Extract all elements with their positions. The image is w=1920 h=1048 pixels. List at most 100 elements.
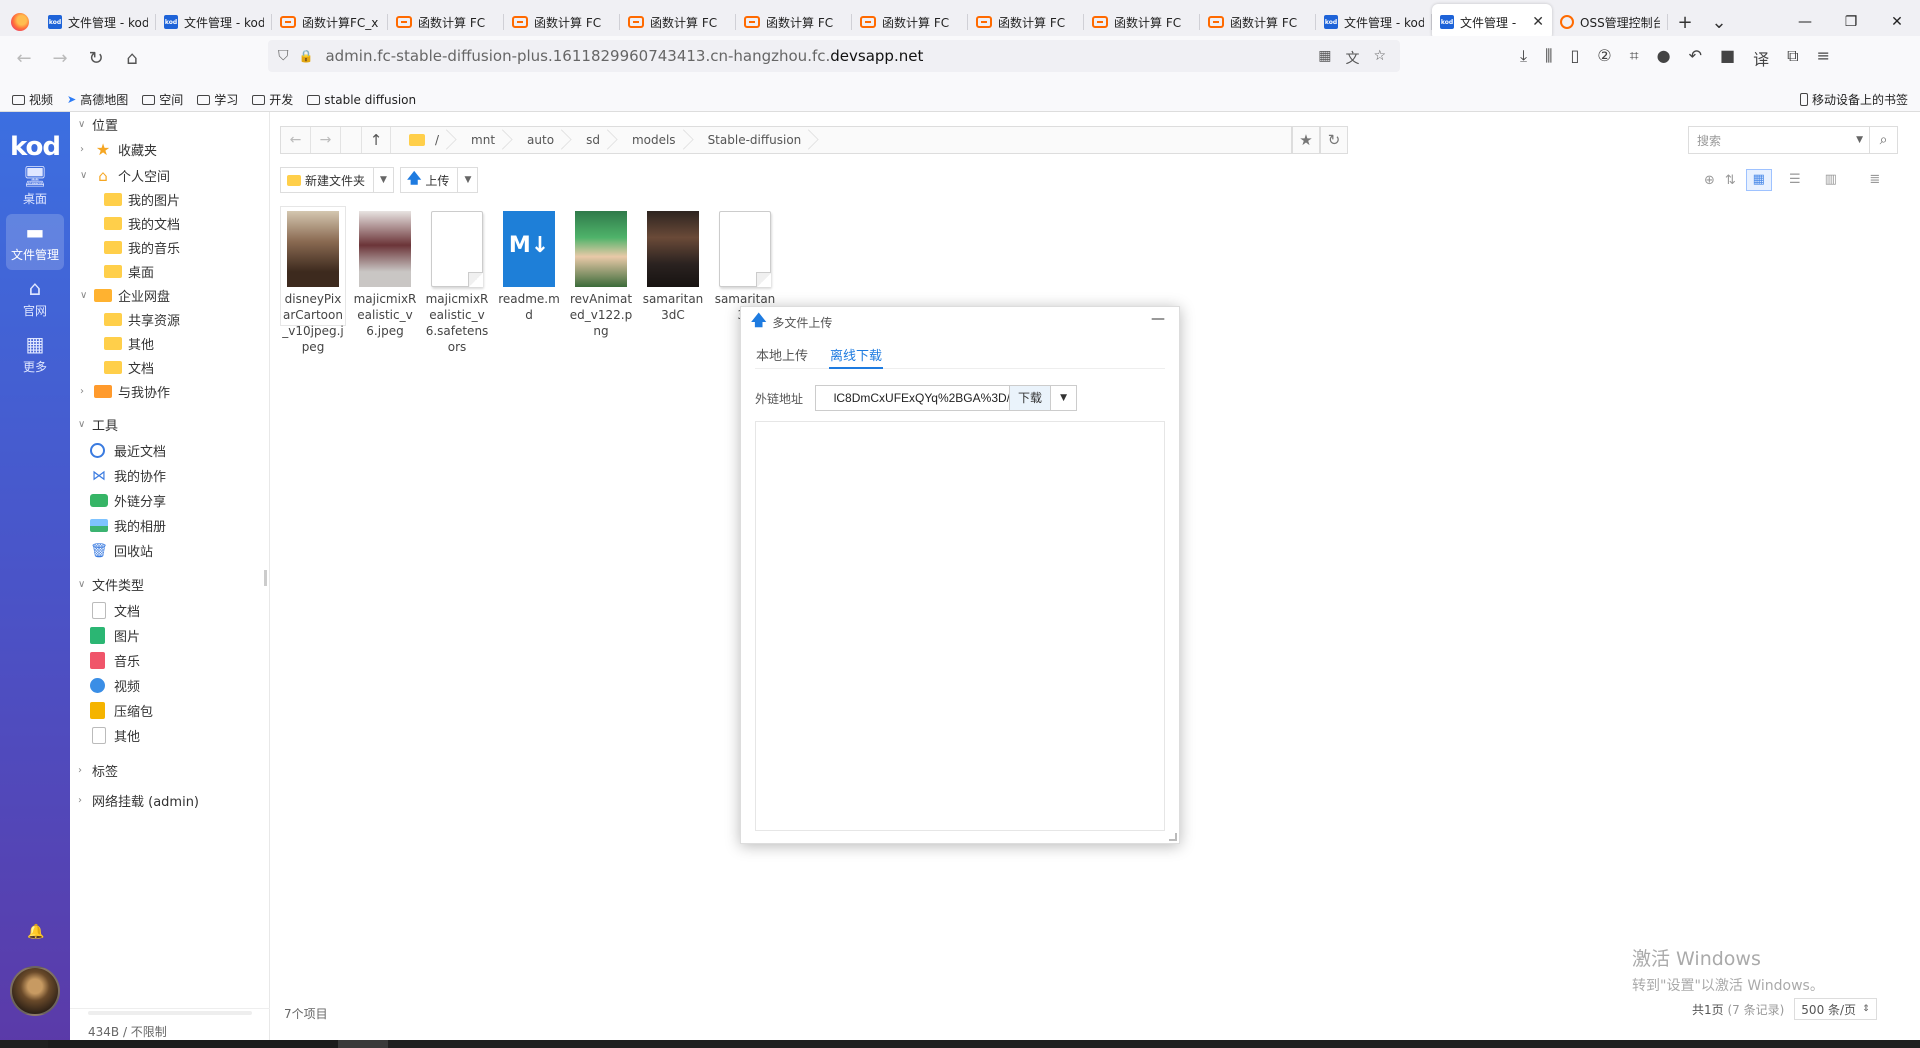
colors-icon[interactable]: ●: [1657, 46, 1671, 70]
bookmark-item[interactable]: ➤ 高德地图: [67, 91, 128, 108]
lock-icon[interactable]: 🔒: [299, 49, 314, 63]
bookmark-item[interactable]: 开发: [252, 91, 293, 108]
sidebar-item[interactable]: 其他: [90, 723, 140, 747]
tab-local-upload[interactable]: 本地上传: [755, 345, 809, 369]
bookmark-item[interactable]: 学习: [197, 91, 238, 108]
list-view-icon[interactable]: ☰: [1782, 169, 1808, 191]
breadcrumb-item[interactable]: models: [614, 127, 690, 153]
sidebar-item[interactable]: 我的文档: [104, 211, 180, 235]
menu-icon[interactable]: ≡: [1817, 46, 1830, 70]
sidebar-item[interactable]: 外链分享: [90, 488, 166, 512]
breadcrumb-item[interactable]: mnt: [453, 127, 509, 153]
file-item[interactable]: samaritan3dC: [640, 206, 706, 326]
extension-badge-icon[interactable]: ②: [1597, 46, 1611, 70]
sidebar-item[interactable]: 音乐: [90, 648, 140, 672]
sidebar-item-favorites[interactable]: › ★ 收藏夹: [80, 137, 157, 161]
upload-dropdown-icon[interactable]: ▼: [457, 168, 477, 192]
browser-tab[interactable]: 函数计算 FC: [388, 4, 504, 40]
path-up-arrow-icon[interactable]: ↑: [361, 127, 391, 153]
translate-ext-icon[interactable]: 译: [1753, 46, 1769, 70]
browser-tab[interactable]: 函数计算 FC: [620, 4, 736, 40]
mobile-bookmarks[interactable]: 移动设备上的书签: [1799, 91, 1908, 108]
sidebar-item[interactable]: ⋈ 我的协作: [90, 463, 166, 487]
browser-tab[interactable]: kod 文件管理 - kod: [40, 4, 156, 40]
extension-icon[interactable]: ■: [1720, 46, 1735, 70]
window-minimize-icon[interactable]: —: [1782, 14, 1828, 30]
forward-arrow-icon[interactable]: →: [42, 48, 78, 69]
sidebar-item[interactable]: 其他: [104, 331, 154, 355]
sidebar-item-shared-with-me[interactable]: › 与我协作: [80, 379, 170, 403]
sidebar-item[interactable]: 视频: [90, 673, 140, 697]
search-input[interactable]: 搜索 ▼ ⌕: [1688, 126, 1898, 154]
sidebar-item-personal-space[interactable]: ∨ ⌂ 个人空间: [80, 163, 170, 187]
download-button[interactable]: 下载: [1010, 386, 1051, 410]
rail-item-website[interactable]: ⌂ 官网: [6, 270, 64, 326]
browser-tab[interactable]: 函数计算 FC: [1084, 4, 1200, 40]
browser-tab[interactable]: 函数计算 FC: [736, 4, 852, 40]
bookmark-item[interactable]: 空间: [142, 91, 183, 108]
file-item[interactable]: majicmixRealistic_v6.safetensors: [424, 206, 490, 354]
sort-icon[interactable]: ⇅: [1725, 173, 1736, 188]
undo-icon[interactable]: ↶: [1689, 46, 1702, 70]
window-restore-icon[interactable]: ❐: [1828, 14, 1874, 30]
sidebar-item[interactable]: 文档: [104, 355, 154, 379]
sidebar-item[interactable]: 我的相册: [90, 513, 166, 537]
puzzle-icon[interactable]: ⧉: [1787, 46, 1798, 70]
download-dropdown-icon[interactable]: ▼: [1050, 386, 1076, 410]
qr-code-icon[interactable]: ▦: [1318, 48, 1331, 68]
sidebar-item[interactable]: 最近文档: [90, 438, 166, 462]
sidebar-item-enterprise-drive[interactable]: ∨ 企业网盘: [80, 283, 170, 307]
tab-list-chevron-icon[interactable]: ⌄: [1702, 12, 1736, 33]
resize-grip-icon[interactable]: [1169, 833, 1177, 841]
browser-tab[interactable]: kod 文件管理 - kod: [1316, 4, 1432, 40]
avatar[interactable]: [10, 966, 60, 1016]
file-item[interactable]: revAnimated_v122.png: [568, 206, 634, 338]
rail-item-more[interactable]: ▦ 更多: [6, 326, 64, 382]
sidebar-item[interactable]: 压缩包: [90, 698, 153, 722]
dialog-header[interactable]: 🡅 多文件上传 —: [741, 307, 1179, 337]
url-input[interactable]: [816, 386, 1011, 410]
tab-offline-download[interactable]: 离线下载: [829, 345, 884, 369]
page-size-select[interactable]: 500 条/页 ⇕: [1794, 998, 1877, 1020]
sidebar-item[interactable]: 我的音乐: [104, 235, 180, 259]
browser-tab[interactable]: kod 文件管理 - kod: [156, 4, 272, 40]
split-view-icon[interactable]: ▥: [1818, 169, 1844, 191]
section-file-types[interactable]: ∨ 文件类型: [78, 572, 144, 596]
sidebar-item[interactable]: 文档: [90, 598, 140, 622]
library-icon[interactable]: ⫼: [1545, 46, 1552, 70]
translate-icon[interactable]: 文: [1345, 48, 1359, 68]
tab-close-icon[interactable]: ✕: [1532, 14, 1544, 30]
breadcrumb-item[interactable]: auto: [509, 127, 568, 153]
breadcrumb-item[interactable]: Stable-diffusion: [690, 127, 816, 153]
section-tags[interactable]: › 标签: [78, 758, 118, 782]
shield-icon[interactable]: ⛉: [278, 48, 289, 64]
sidebar-item[interactable]: 桌面: [104, 259, 154, 283]
bookmark-item[interactable]: 视频: [12, 91, 53, 108]
browser-tab[interactable]: 函数计算 FC: [968, 4, 1084, 40]
rail-item-desktop[interactable]: 🖥 桌面: [6, 158, 64, 214]
detail-toggle-icon[interactable]: ≣: [1862, 169, 1888, 191]
section-network-mount[interactable]: › 网络挂载 (admin): [78, 788, 199, 812]
sidebar-item[interactable]: 我的图片: [104, 187, 180, 211]
url-field[interactable]: [815, 385, 1012, 411]
browser-tab[interactable]: 函数计算 FC: [504, 4, 620, 40]
sidebar-resize-handle[interactable]: [264, 570, 267, 586]
file-item[interactable]: M↓ readme.md: [496, 206, 562, 326]
address-bar[interactable]: ⛉ 🔒 admin.fc-stable-diffusion-plus.16118…: [268, 40, 1400, 72]
bookmark-item[interactable]: stable diffusion: [307, 91, 416, 108]
crop-icon[interactable]: ⌗: [1630, 46, 1639, 70]
download-icon[interactable]: ⤓: [1520, 46, 1527, 70]
grid-view-icon[interactable]: ▦: [1745, 169, 1772, 191]
bell-icon[interactable]: 🔔: [27, 924, 44, 940]
new-tab-plus-icon[interactable]: +: [1668, 12, 1702, 33]
window-close-icon[interactable]: ✕: [1874, 14, 1920, 30]
section-tools[interactable]: ∨ 工具: [78, 412, 118, 436]
bookmark-star-icon[interactable]: ☆: [1373, 48, 1386, 68]
back-arrow-icon[interactable]: ←: [6, 48, 42, 69]
breadcrumb-item[interactable]: sd: [568, 127, 614, 153]
browser-tab[interactable]: 函数计算FC_x: [272, 4, 388, 40]
sidebar-item[interactable]: 🗑 回收站: [90, 538, 153, 562]
favorite-star-icon[interactable]: ★: [1292, 126, 1320, 154]
refresh-icon[interactable]: ↻: [1320, 126, 1348, 154]
sidebar-icon[interactable]: ▯: [1570, 46, 1579, 70]
